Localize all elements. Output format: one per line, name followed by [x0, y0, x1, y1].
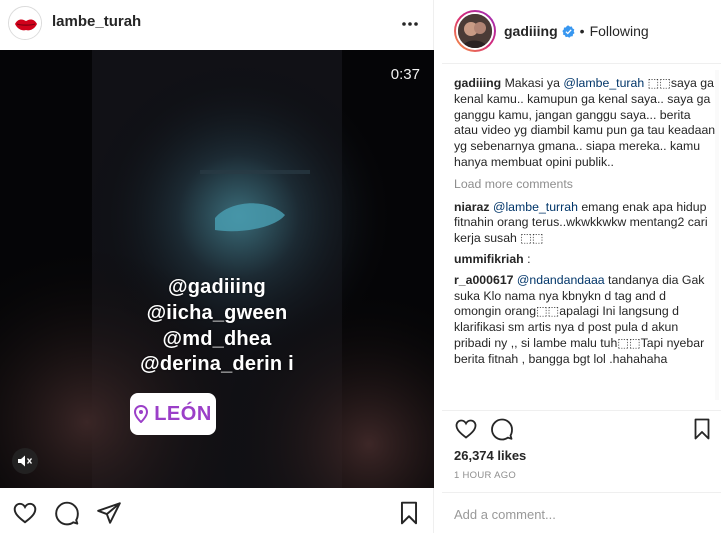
comment-item: ummifikriah :	[454, 252, 716, 268]
caption-text-pre: Makasi ya	[504, 76, 564, 90]
post-timestamp: 1 HOUR AGO	[454, 470, 517, 481]
speaker-muted-icon[interactable]	[12, 448, 38, 474]
left-action-bar	[0, 500, 434, 530]
comment-item: niaraz @lambe_turrah emang enak apa hidu…	[454, 200, 716, 247]
caption: gadiiing Makasi ya @lambe_turah ⬚⬚saya g…	[454, 76, 716, 171]
comment-username[interactable]: r_a000617	[454, 273, 514, 287]
right-post-panel: gadiiing • Following gadiiing Makasi ya …	[442, 0, 721, 533]
comments-scrollbar[interactable]	[715, 70, 719, 400]
comment-icon[interactable]	[490, 417, 516, 443]
left-post-panel: lambe_turah 0:37 @gadiiing @iicha_gween …	[0, 0, 434, 533]
location-pin-icon	[134, 405, 149, 423]
comment-text: :	[523, 251, 531, 266]
comment-username[interactable]: ummifikriah	[454, 252, 524, 266]
gadiiing-avatar[interactable]	[454, 10, 496, 52]
caption-username[interactable]: gadiiing	[454, 76, 501, 90]
comment-mention[interactable]: @lambe_turrah	[493, 200, 578, 214]
comment-username[interactable]: niaraz	[454, 200, 490, 214]
load-more-comments-link[interactable]: Load more comments	[454, 177, 716, 193]
story-tag-gadiiing: @gadiiing	[168, 276, 266, 298]
more-horizontal-icon[interactable]	[400, 14, 420, 34]
likes-count[interactable]: 26,374 likes	[454, 448, 526, 463]
story-tag-derina-derin: @derina_derin i	[140, 353, 294, 375]
add-comment-input[interactable]	[454, 505, 694, 523]
left-post-username[interactable]: lambe_turah	[52, 13, 141, 30]
add-comment-bar	[442, 492, 721, 533]
right-post-username[interactable]: gadiiing	[504, 23, 558, 39]
heart-icon[interactable]	[454, 417, 480, 443]
video-frame	[0, 50, 434, 488]
lambe-turah-avatar[interactable]	[8, 6, 42, 40]
location-text: LEÓN	[154, 402, 212, 425]
right-user-row: gadiiing • Following	[504, 23, 649, 39]
separator-dot: •	[579, 23, 585, 39]
story-tag-md-dhea: @md_dhea	[162, 328, 272, 350]
heart-icon[interactable]	[12, 500, 38, 526]
right-action-bar	[442, 410, 721, 446]
video-player[interactable]: 0:37 @gadiiing @iicha_gween @md_dhea @de…	[0, 50, 434, 488]
location-sticker: LEÓN	[130, 393, 216, 435]
comment-mention[interactable]: @ndandandaaa	[517, 273, 605, 287]
following-button[interactable]: Following	[590, 23, 649, 39]
caption-mention[interactable]: @lambe_turah	[563, 76, 644, 90]
paper-plane-icon[interactable]	[96, 500, 122, 526]
right-post-header: gadiiing • Following	[442, 0, 721, 64]
bookmark-icon[interactable]	[690, 417, 716, 443]
comments-list[interactable]: gadiiing Makasi ya @lambe_turah ⬚⬚saya g…	[454, 76, 716, 408]
comment-icon[interactable]	[54, 500, 80, 526]
story-tag-iicha-gween: @iicha_gween	[146, 302, 288, 324]
bookmark-icon[interactable]	[396, 500, 422, 526]
comment-item: r_a000617 @ndandandaaa tandanya dia Gak …	[454, 273, 716, 368]
video-timer: 0:37	[390, 66, 420, 83]
left-post-header: lambe_turah	[0, 0, 434, 48]
verified-badge-icon	[562, 24, 575, 38]
